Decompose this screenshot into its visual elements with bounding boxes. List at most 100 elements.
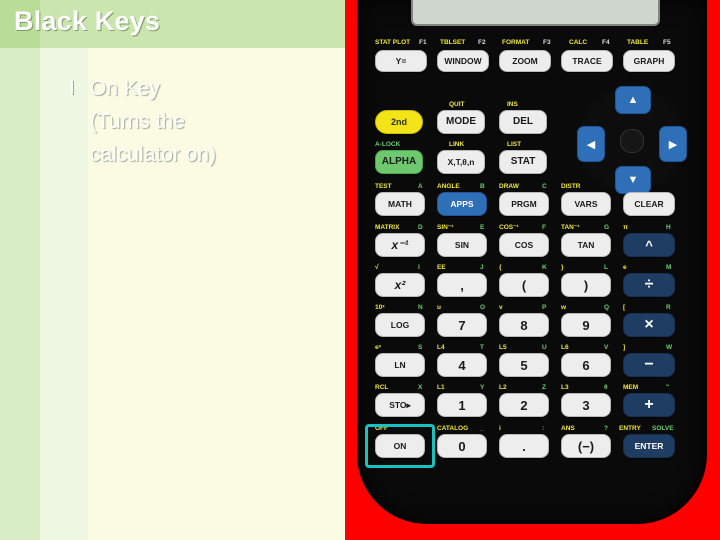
label-angle: ANGLE xyxy=(437,183,460,190)
key-comma[interactable]: , xyxy=(437,273,487,297)
alpha-m: M xyxy=(666,264,672,271)
direction-pad: ▲ ▼ ◀ ▶ xyxy=(577,86,687,194)
alpha-d: D xyxy=(418,224,423,231)
label-mem: MEM xyxy=(623,384,639,391)
label-e: e xyxy=(623,264,627,271)
label-l6: L6 xyxy=(561,344,569,351)
key-2[interactable]: 2 xyxy=(499,393,549,417)
alpha-underscore: _ xyxy=(480,425,484,432)
alpha-p: P xyxy=(542,304,547,311)
alpha-q: Q xyxy=(604,304,610,311)
label-solve: SOLVE xyxy=(652,425,674,432)
alpha-t: T xyxy=(480,344,484,351)
bullet-text-line-1: On Key xyxy=(90,77,161,100)
key-enter[interactable]: ENTER xyxy=(623,434,675,458)
key-minus[interactable]: − xyxy=(623,353,675,377)
key-5[interactable]: 5 xyxy=(499,353,549,377)
label-sin-inv: SIN⁻¹ xyxy=(437,224,454,231)
key-9[interactable]: 9 xyxy=(561,313,611,337)
alpha-colon: : xyxy=(542,425,545,432)
bullet-marker: l xyxy=(70,78,75,99)
label-test: TEST xyxy=(375,183,392,190)
key-divide[interactable]: ÷ xyxy=(623,273,675,297)
key-ln[interactable]: LN xyxy=(375,353,425,377)
label-bracket-close: ] xyxy=(623,344,626,351)
alpha-s: S xyxy=(418,344,423,351)
label-l3: L3 xyxy=(561,384,569,391)
key-sin[interactable]: SIN xyxy=(437,233,487,257)
key-mode[interactable]: MODE xyxy=(437,110,485,134)
label-i: i xyxy=(499,425,501,432)
key-clear[interactable]: CLEAR xyxy=(623,192,675,216)
key-6[interactable]: 6 xyxy=(561,353,611,377)
key-7[interactable]: 7 xyxy=(437,313,487,337)
key-alpha[interactable]: ALPHA xyxy=(375,150,423,174)
key-caret[interactable]: ^ xyxy=(623,233,675,257)
key-stat[interactable]: STAT xyxy=(499,150,547,174)
key-1[interactable]: 1 xyxy=(437,393,487,417)
key-0[interactable]: 0 xyxy=(437,434,487,458)
key-multiply[interactable]: × xyxy=(623,313,675,337)
key-paren-open[interactable]: ( xyxy=(499,273,549,297)
key-graph[interactable]: GRAPH xyxy=(623,50,675,72)
key-apps[interactable]: APPS xyxy=(437,192,487,216)
key-4[interactable]: 4 xyxy=(437,353,487,377)
page-title: Black Keys xyxy=(14,6,161,36)
label-tan-inv: TAN⁻¹ xyxy=(561,224,580,231)
dpad-right-icon[interactable]: ▶ xyxy=(659,126,687,162)
alpha-x: X xyxy=(418,384,423,391)
label-bracket-open: [ xyxy=(623,304,626,311)
key-cos[interactable]: COS xyxy=(499,233,549,257)
key-del[interactable]: DEL xyxy=(499,110,547,134)
alpha-b: B xyxy=(480,183,485,190)
key-store[interactable]: STO▸ xyxy=(375,393,425,417)
key-2nd[interactable]: 2nd xyxy=(375,110,423,134)
dpad-center xyxy=(620,129,644,153)
key-x-squared[interactable]: x² xyxy=(375,273,425,297)
bullet-text-block: On Key (Turns the calculator on) xyxy=(90,72,216,171)
key-negative[interactable]: (−) xyxy=(561,434,611,458)
label-brace-close: } xyxy=(561,264,564,271)
alpha-quote: " xyxy=(666,384,670,391)
alpha-y: Y xyxy=(480,384,485,391)
key-decimal-point[interactable]: . xyxy=(499,434,549,458)
key-zoom[interactable]: ZOOM xyxy=(499,50,551,72)
label-matrix: MATRIX xyxy=(375,224,400,231)
key-3[interactable]: 3 xyxy=(561,393,611,417)
alpha-a: A xyxy=(418,183,423,190)
alpha-f: F xyxy=(542,224,546,231)
calculator-screen xyxy=(411,0,660,26)
key-paren-close[interactable]: ) xyxy=(561,273,611,297)
key-window[interactable]: WINDOW xyxy=(437,50,489,72)
alpha-c: C xyxy=(542,183,547,190)
slide: Black Keys l On Key (Turns the calculato… xyxy=(0,0,720,540)
bullet-text-line-3: calculator on) xyxy=(90,143,217,166)
dpad-left-icon[interactable]: ◀ xyxy=(577,126,605,162)
key-log[interactable]: LOG xyxy=(375,313,425,337)
key-y-equals[interactable]: Y= xyxy=(375,50,427,72)
key-tan[interactable]: TAN xyxy=(561,233,611,257)
key-vars[interactable]: VARS xyxy=(561,192,611,216)
key-plus[interactable]: + xyxy=(623,393,675,417)
alpha-z: Z xyxy=(542,384,546,391)
on-key-highlight-box xyxy=(365,424,435,468)
key-8[interactable]: 8 xyxy=(499,313,549,337)
dpad-up-icon[interactable]: ▲ xyxy=(615,86,651,114)
left-content-panel: Black Keys l On Key (Turns the calculato… xyxy=(0,0,345,540)
label-ins: INS xyxy=(507,101,518,108)
key-prgm[interactable]: PRGM xyxy=(499,192,549,216)
dpad-down-icon[interactable]: ▼ xyxy=(615,166,651,194)
key-x-inverse[interactable]: x⁻¹ xyxy=(375,233,425,257)
label-w: w xyxy=(561,304,567,311)
label-f5: F5 xyxy=(663,39,671,46)
key-x-t-theta-n[interactable]: X,T,θ,n xyxy=(437,150,485,174)
label-v: v xyxy=(499,304,503,311)
alpha-u: U xyxy=(542,344,547,351)
label-ten-x: 10ˣ xyxy=(375,304,385,311)
key-math[interactable]: MATH xyxy=(375,192,425,216)
label-distr: DISTR xyxy=(561,183,581,190)
key-trace[interactable]: TRACE xyxy=(561,50,613,72)
label-draw: DRAW xyxy=(499,183,519,190)
label-l2: L2 xyxy=(499,384,507,391)
alpha-i: I xyxy=(418,264,420,271)
